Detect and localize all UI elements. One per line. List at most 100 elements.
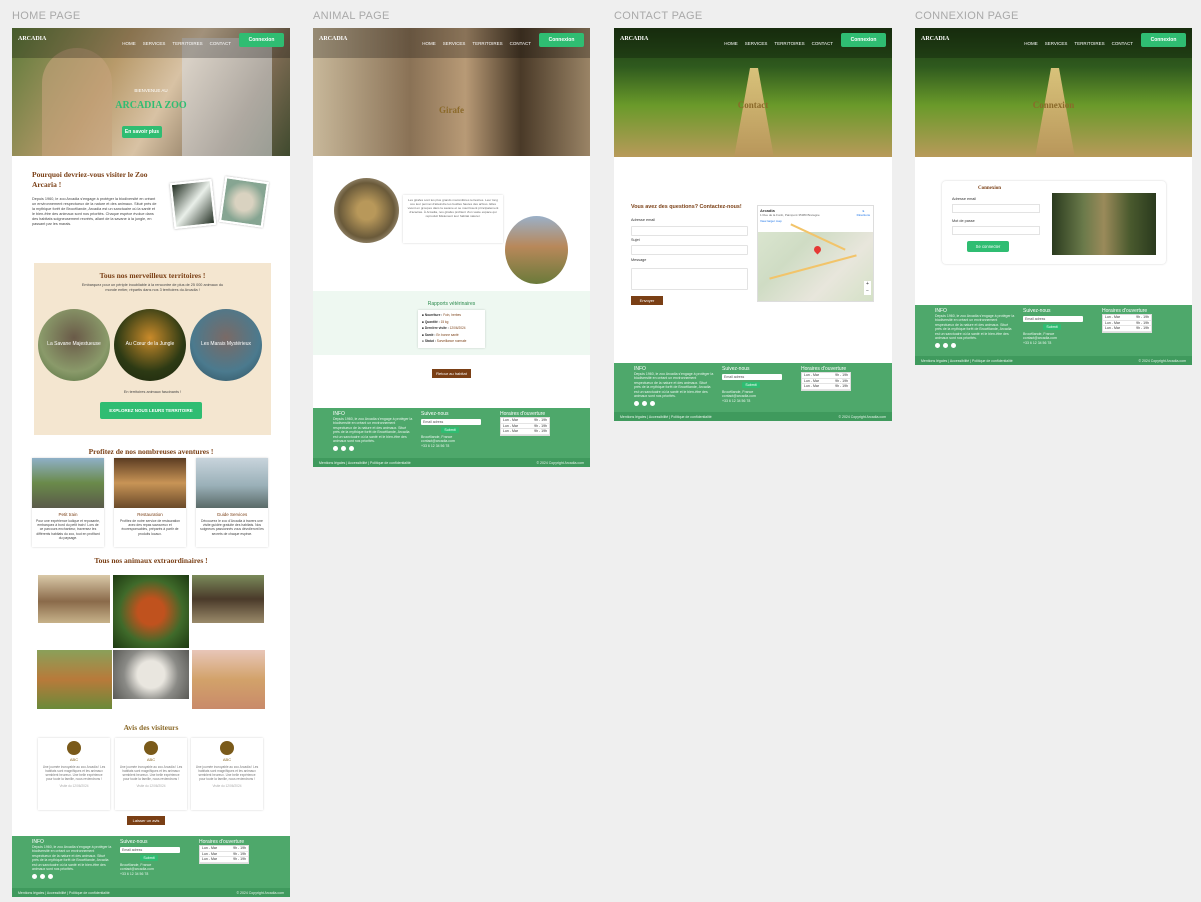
nav-links: HOME SERVICES TERRITOIRES CONTACT bbox=[1024, 41, 1133, 46]
animal-hero: ARCADIA HOME SERVICES TERRITOIRES CONTAC… bbox=[313, 28, 590, 156]
legal-links[interactable]: Mentions légales | Accessibilité | Polit… bbox=[319, 461, 411, 465]
review-text: Une journée incroyable au zoo Arcadia ! … bbox=[119, 765, 183, 781]
territory-jungle[interactable]: Au Cœur de la Jungle bbox=[114, 309, 186, 381]
nav-territoires[interactable]: TERRITOIRES bbox=[172, 41, 202, 46]
site-logo[interactable]: ARCADIA bbox=[921, 36, 949, 42]
legal-links[interactable]: Mentions légales | Accessibilité | Polit… bbox=[18, 891, 110, 895]
contact-message-textarea[interactable] bbox=[631, 268, 748, 290]
nav-territoires[interactable]: TERRITOIRES bbox=[774, 41, 804, 46]
service-card-train[interactable]: Petit train Pour une expérience ludique … bbox=[32, 458, 104, 547]
nav-contact[interactable]: CONTACT bbox=[812, 41, 833, 46]
instagram-icon[interactable] bbox=[642, 401, 647, 407]
explore-territories-button[interactable]: EXPLOREZ NOUS LEURS TERRITOIRE bbox=[100, 402, 202, 419]
footer-submit-button[interactable]: Submit bbox=[1043, 324, 1061, 330]
service-card-restauration[interactable]: Restauration Profitez de notre service d… bbox=[114, 458, 186, 547]
hero-cta-button[interactable]: En savoir plus bbox=[122, 126, 162, 138]
instagram-icon[interactable] bbox=[943, 343, 948, 349]
back-to-habitat-button[interactable]: Retour au habitat bbox=[432, 369, 471, 378]
facebook-icon[interactable] bbox=[48, 874, 53, 880]
nav-services[interactable]: SERVICES bbox=[1045, 41, 1068, 46]
hours-table: Lun - Mar 9h - 19h Lun - Mar 9h - 19h Lun … bbox=[1102, 314, 1152, 333]
service-text: Pour une expérience ludique et reposante… bbox=[36, 519, 100, 540]
nav-territoires[interactable]: TERRITOIRES bbox=[472, 41, 502, 46]
hours-table: Lun - Mar 9h - 19h Lun - Mar 9h - 19h Lun … bbox=[199, 845, 249, 864]
home-page-label: HOME PAGE bbox=[12, 10, 81, 22]
leopard-image[interactable] bbox=[113, 650, 189, 699]
nav-home[interactable]: HOME bbox=[724, 41, 738, 46]
legal-links[interactable]: Mentions légales | Accessibilité | Polit… bbox=[921, 359, 1013, 363]
territory-savane[interactable]: La Savane Majestueuse bbox=[38, 309, 110, 381]
footer-info-text: Depuis 1960, le zoo Arcadia s'engage à p… bbox=[333, 417, 413, 444]
footer-email-input[interactable]: Email adress bbox=[1023, 316, 1083, 322]
nav-home[interactable]: HOME bbox=[122, 41, 136, 46]
nav-home[interactable]: HOME bbox=[1024, 41, 1038, 46]
animal-description-card: Les girafes sont les plus grands mammifè… bbox=[403, 195, 503, 243]
twitter-icon[interactable] bbox=[935, 343, 940, 349]
leave-review-button[interactable]: Laisser un avis bbox=[127, 816, 165, 825]
nav-links: HOME SERVICES TERRITOIRES CONTACT bbox=[724, 41, 833, 46]
footer-email-input[interactable]: Email adress bbox=[722, 374, 782, 380]
hours-row: Lun - Mar 9h - 19h bbox=[501, 429, 549, 435]
squirrel-image[interactable] bbox=[113, 575, 189, 648]
facebook-icon[interactable] bbox=[349, 446, 354, 452]
map-larger-link[interactable]: View larger map bbox=[760, 219, 871, 223]
map-zoom-control[interactable]: + − bbox=[864, 281, 871, 295]
birds-image[interactable] bbox=[192, 575, 264, 623]
footer-submit-button[interactable]: Submit bbox=[742, 382, 760, 388]
contact-form-title: Vous avez des questions? Contactez-nous! bbox=[631, 204, 742, 210]
footer-email-input[interactable]: Email adress bbox=[120, 847, 180, 853]
login-button[interactable]: Connexion bbox=[841, 33, 886, 47]
site-logo[interactable]: ARCADIA bbox=[319, 36, 347, 42]
contact-subject-input[interactable] bbox=[631, 245, 748, 255]
email-label: Adresse email bbox=[631, 218, 656, 222]
login-button[interactable]: Connexion bbox=[1141, 33, 1186, 47]
footer-email-input[interactable]: Email adress bbox=[421, 419, 481, 425]
site-logo[interactable]: ARCADIA bbox=[620, 36, 648, 42]
twitter-icon[interactable] bbox=[333, 446, 338, 452]
login-button[interactable]: Connexion bbox=[239, 33, 284, 47]
territories-section: Tous nos merveilleux territoires ! Embar… bbox=[34, 263, 271, 435]
animal-circle-image-1 bbox=[334, 178, 399, 243]
map[interactable]: Arcadia 1 Rue de la Forêt, Paimpont 3538… bbox=[757, 205, 874, 302]
service-card-guide[interactable]: Guide Services Découvrez le zoo d'Arcadi… bbox=[196, 458, 268, 547]
hours-row: Lun - Mar 9h - 19h bbox=[1103, 326, 1151, 332]
facebook-icon[interactable] bbox=[650, 401, 655, 407]
territory-marais[interactable]: Les Marais Mystérieux bbox=[190, 309, 262, 381]
footer-phone: +33 6 12 34 56 78 bbox=[421, 443, 450, 448]
nav-services[interactable]: SERVICES bbox=[443, 41, 466, 46]
send-button[interactable]: Envoyer bbox=[631, 296, 663, 305]
nav-territoires[interactable]: TERRITOIRES bbox=[1074, 41, 1104, 46]
instagram-icon[interactable] bbox=[341, 446, 346, 452]
twitter-icon[interactable] bbox=[634, 401, 639, 407]
facebook-icon[interactable] bbox=[951, 343, 956, 349]
submit-login-button[interactable]: Se connecter bbox=[967, 241, 1009, 252]
login-button[interactable]: Connexion bbox=[539, 33, 584, 47]
map-directions[interactable]: ➤ Directions bbox=[857, 209, 870, 217]
deer-image[interactable] bbox=[37, 650, 112, 709]
map-pin-icon[interactable] bbox=[812, 244, 823, 255]
twitter-icon[interactable] bbox=[32, 874, 37, 880]
login-email-input[interactable] bbox=[952, 204, 1040, 213]
nav-contact[interactable]: CONTACT bbox=[510, 41, 531, 46]
follow-title: Suivez-nous bbox=[120, 839, 148, 845]
hours-title: Horaires d'ouverture bbox=[1102, 308, 1148, 314]
footer-phone: +33 6 12 34 56 78 bbox=[120, 871, 149, 876]
nav-home[interactable]: HOME bbox=[422, 41, 436, 46]
forest-image bbox=[1052, 193, 1156, 255]
nav-contact[interactable]: CONTACT bbox=[1112, 41, 1133, 46]
footer-submit-button[interactable]: Submit bbox=[441, 427, 459, 433]
site-logo[interactable]: ARCADIA bbox=[18, 36, 46, 42]
nav-services[interactable]: SERVICES bbox=[143, 41, 166, 46]
hours-table: Lun - Mar 9h - 19h Lun - Mar 9h - 19h Lun … bbox=[801, 372, 851, 391]
password-input[interactable] bbox=[952, 226, 1040, 235]
vet-item: ● Statut : Surveillance normale bbox=[422, 339, 467, 344]
elephant-image[interactable] bbox=[38, 575, 110, 623]
footer-submit-button[interactable]: Submit bbox=[140, 855, 158, 861]
nav-services[interactable]: SERVICES bbox=[745, 41, 768, 46]
giraffe-image[interactable] bbox=[192, 650, 265, 709]
contact-email-input[interactable] bbox=[631, 226, 748, 236]
instagram-icon[interactable] bbox=[40, 874, 45, 880]
animal-navbar: ARCADIA HOME SERVICES TERRITOIRES CONTAC… bbox=[313, 28, 590, 58]
nav-contact[interactable]: CONTACT bbox=[210, 41, 231, 46]
legal-links[interactable]: Mentions légales | Accessibilité | Polit… bbox=[620, 415, 712, 419]
